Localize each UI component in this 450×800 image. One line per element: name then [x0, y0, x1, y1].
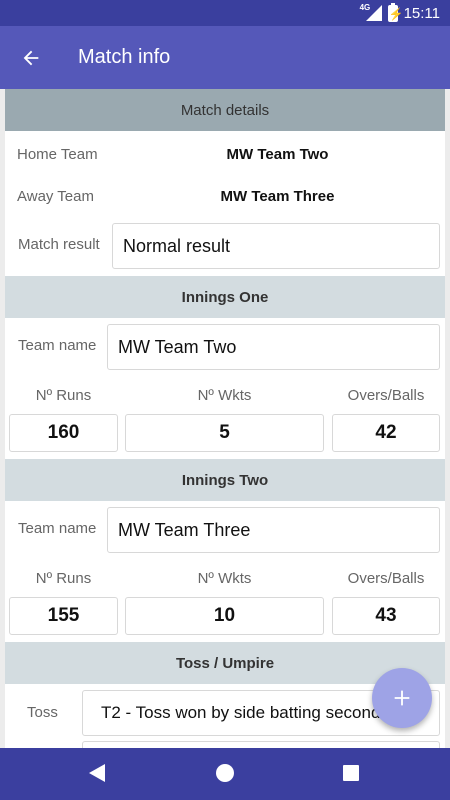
- arrow-left-icon: [23, 50, 39, 65]
- innings-two-wkts-input[interactable]: 10: [125, 597, 324, 635]
- innings-two-wkts-label: Nº Wkts: [197, 570, 252, 587]
- circle-home-icon[interactable]: [216, 764, 234, 782]
- innings-one-wkts-label: Nº Wkts: [197, 387, 252, 404]
- status-time: 15:11: [403, 4, 440, 22]
- innings-one-overs-label: Overs/Balls: [347, 387, 425, 404]
- plus-icon: [394, 690, 410, 706]
- umpire-field[interactable]: [82, 741, 440, 748]
- away-team-label: Away Team: [17, 188, 94, 205]
- signal-icon: 4G: [360, 3, 382, 22]
- home-team-label: Home Team: [17, 146, 98, 163]
- innings-two-overs-label: Overs/Balls: [347, 570, 425, 587]
- status-bar: 4G ⚡ 15:11: [0, 0, 450, 26]
- innings-one-wkts-input[interactable]: 5: [125, 414, 324, 452]
- page-title: Match info: [78, 46, 171, 68]
- innings-two-overs-input[interactable]: 43: [332, 597, 440, 635]
- innings-one-runs-input[interactable]: 160: [9, 414, 118, 452]
- away-team-value: MW Team Three: [220, 188, 335, 205]
- innings-two-runs-input[interactable]: 155: [9, 597, 118, 635]
- match-info-card: Match details Home Team MW Team Two Away…: [5, 89, 445, 748]
- innings-one-overs-input[interactable]: 42: [332, 414, 440, 452]
- innings-one-team-field[interactable]: MW Team Two: [107, 324, 440, 370]
- innings-two-runs-label: Nº Runs: [35, 570, 92, 587]
- innings-two-team-label: Team name: [18, 520, 97, 537]
- innings-one-team-label: Team name: [18, 337, 97, 354]
- match-result-label: Match result: [18, 236, 100, 253]
- app-bar: Match info: [0, 26, 450, 89]
- innings-two-team-field[interactable]: MW Team Three: [107, 507, 440, 553]
- innings-one-header: Innings One: [5, 276, 445, 318]
- match-details-header: Match details: [5, 89, 445, 131]
- square-recents-icon[interactable]: [343, 765, 359, 781]
- innings-two-header: Innings Two: [5, 459, 445, 501]
- match-result-select[interactable]: Normal result: [112, 223, 440, 269]
- back-button[interactable]: [0, 26, 62, 89]
- content-scroll[interactable]: Match details Home Team MW Team Two Away…: [0, 89, 450, 748]
- triangle-back-icon[interactable]: [89, 764, 105, 782]
- add-fab-button[interactable]: [372, 668, 432, 728]
- status-icons: 4G ⚡ 15:11: [360, 0, 440, 26]
- battery-icon: ⚡: [387, 2, 404, 22]
- system-nav-bar: [0, 748, 450, 800]
- innings-one-runs-label: Nº Runs: [35, 387, 92, 404]
- toss-label: Toss: [27, 704, 58, 721]
- home-team-value: MW Team Two: [226, 146, 329, 163]
